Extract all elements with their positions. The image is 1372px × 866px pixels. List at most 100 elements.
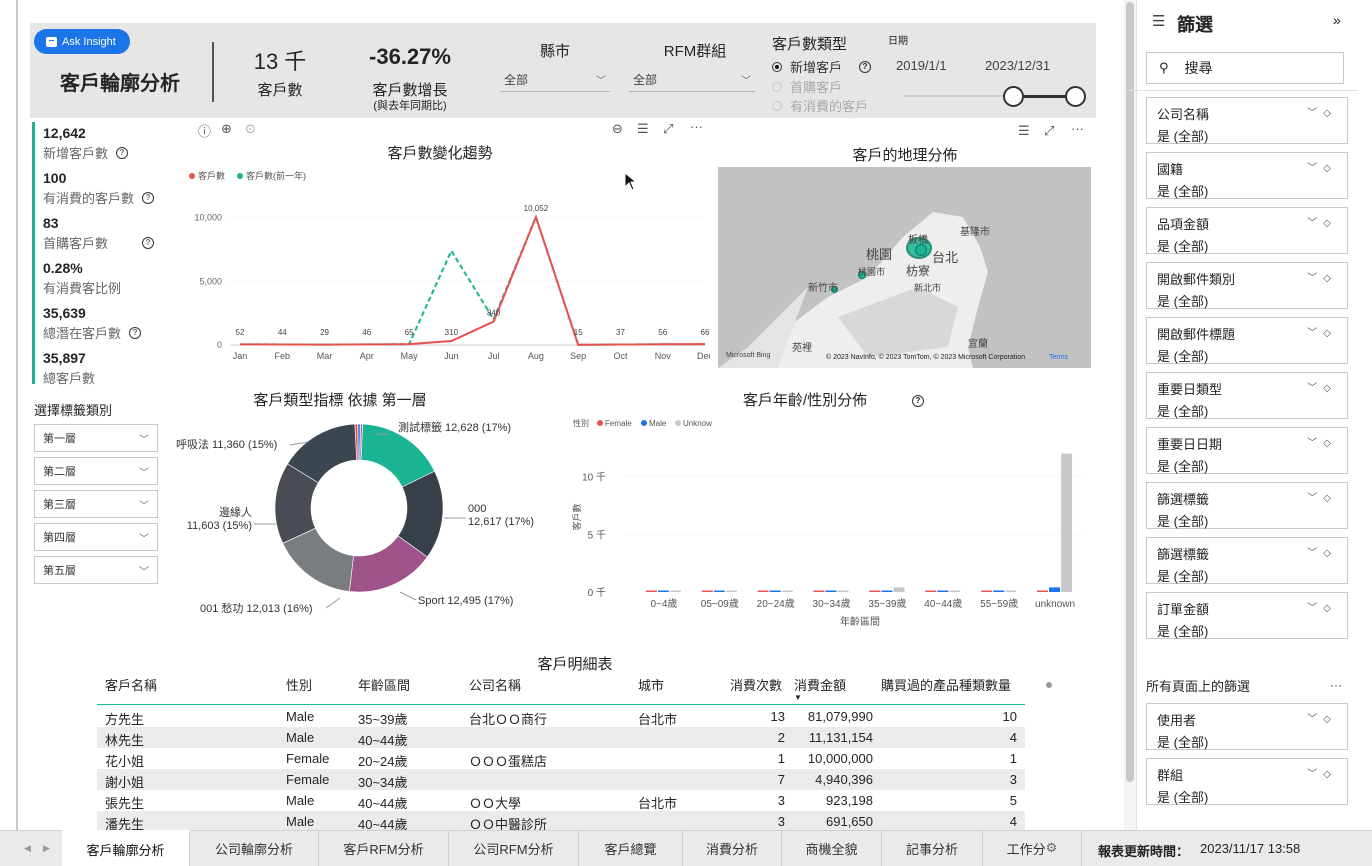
table-row[interactable]: 林先生 Male 40~44歲 2 11,131,154 4: [97, 727, 1025, 748]
bar[interactable]: [825, 590, 837, 593]
map-terms-link[interactable]: Terms: [1049, 354, 1068, 361]
chevron-down-icon[interactable]: ﹀: [1307, 328, 1323, 339]
filter-card[interactable]: 品項金額 ﹀◇ 是 (全部): [1146, 207, 1348, 254]
bar[interactable]: [657, 590, 669, 593]
radio-new-customer[interactable]: 新增客戶: [772, 57, 842, 76]
county-dropdown[interactable]: 全部 ﹀: [500, 68, 610, 92]
filter-card[interactable]: 重要日日期 ﹀◇ 是 (全部): [1146, 427, 1348, 474]
tab-4[interactable]: 公司RFM分析: [449, 830, 579, 866]
drill-up-icon[interactable]: ⓘ: [198, 121, 211, 140]
tab-5[interactable]: 客戶總覽: [579, 830, 683, 866]
table-row[interactable]: 謝小姐 Female 30~34歲 7 4,940,396 3: [97, 769, 1025, 790]
bar[interactable]: [1061, 453, 1073, 592]
expand-down-icon[interactable]: ⊕: [221, 121, 232, 137]
filter-card[interactable]: 篩選標籤 ﹀◇ 是 (全部): [1146, 537, 1348, 584]
tab-7[interactable]: 商機全貌: [782, 830, 882, 866]
filter-card-actions[interactable]: ﹀◇: [1307, 599, 1337, 618]
bar[interactable]: [1049, 587, 1061, 592]
bar[interactable]: [645, 590, 657, 593]
help-icon[interactable]: ?: [912, 390, 924, 408]
bar[interactable]: [781, 590, 793, 593]
filter-card[interactable]: 國籍 ﹀◇ 是 (全部): [1146, 152, 1348, 199]
filter-card-actions[interactable]: ﹀◇: [1307, 434, 1337, 453]
more-options-icon[interactable]: ···: [1071, 121, 1084, 136]
filter-card-actions[interactable]: ﹀◇: [1307, 544, 1337, 563]
filter-card-actions[interactable]: ﹀◇: [1307, 324, 1337, 343]
bar[interactable]: [701, 590, 713, 593]
filter-card[interactable]: 篩選標籤 ﹀◇ 是 (全部): [1146, 482, 1348, 529]
help-icon[interactable]: ?: [129, 326, 142, 339]
tab-6[interactable]: 消費分析: [683, 830, 782, 866]
bar[interactable]: [713, 590, 725, 593]
filter-icon[interactable]: ☰: [1018, 123, 1030, 139]
bar[interactable]: [813, 590, 825, 593]
chevron-down-icon[interactable]: ﹀: [1307, 769, 1323, 780]
date-slider-end-handle[interactable]: [1065, 86, 1086, 107]
filter-card[interactable]: 使用者 ﹀◇ 是 (全部): [1146, 703, 1348, 750]
chevron-down-icon[interactable]: ﹀: [1307, 438, 1323, 449]
filter-card-actions[interactable]: ﹀◇: [1307, 269, 1337, 288]
help-icon[interactable]: ?: [142, 236, 155, 249]
bar[interactable]: [669, 590, 681, 593]
drill-mode-icon[interactable]: ⊙: [245, 121, 256, 137]
eraser-icon[interactable]: ◇: [1323, 438, 1337, 449]
filter-card[interactable]: 訂單金額 ﹀◇ 是 (全部): [1146, 592, 1348, 639]
bar[interactable]: [993, 590, 1005, 593]
chevron-down-icon[interactable]: ﹀: [1307, 714, 1323, 725]
next-page-icon[interactable]: ▶: [43, 843, 50, 854]
focus-mode-icon[interactable]: ⤢: [663, 121, 673, 137]
filter-card[interactable]: 群組 ﹀◇ 是 (全部): [1146, 758, 1348, 805]
column-header[interactable]: 年齡區間: [358, 675, 410, 694]
filter-card[interactable]: 重要日類型 ﹀◇ 是 (全部): [1146, 372, 1348, 419]
chevron-down-icon[interactable]: ﹀: [1307, 273, 1323, 284]
filter-card[interactable]: 開啟郵件類別 ﹀◇ 是 (全部): [1146, 262, 1348, 309]
column-header[interactable]: 購買過的產品種類數量: [881, 675, 1011, 694]
filter-card-actions[interactable]: ﹀◇: [1307, 214, 1337, 233]
geo-map[interactable]: 基隆市 桃園 台北 板橋 桃園市 枋寮 新竹市 新北市 宜蘭 苑裡 Micros…: [718, 167, 1091, 368]
bar[interactable]: [949, 590, 961, 593]
chevron-down-icon[interactable]: ﹀: [1307, 383, 1323, 394]
scrollbar-thumb[interactable]: [1126, 2, 1134, 782]
eraser-icon[interactable]: ◇: [1323, 548, 1337, 559]
drill-down-icon[interactable]: ⊖: [612, 121, 623, 137]
filter-card[interactable]: 公司名稱 ﹀◇ 是 (全部): [1146, 97, 1348, 144]
chevron-down-icon[interactable]: ﹀: [1307, 108, 1323, 119]
bar[interactable]: [837, 590, 849, 593]
chevron-down-icon[interactable]: ﹀: [1307, 548, 1323, 559]
eraser-icon[interactable]: ◇: [1323, 108, 1337, 119]
table-row[interactable]: 潘先生 Male 40~44歲 ＯＯ中醫診所 3 691,650 4: [97, 811, 1025, 832]
more-options-icon[interactable]: ···: [690, 119, 703, 134]
bar[interactable]: [1037, 590, 1049, 593]
table-row[interactable]: 張先生 Male 40~44歲 ＯＯ大學 台北市 3 923,198 5: [97, 790, 1025, 811]
chevron-down-icon[interactable]: ﹀: [1307, 603, 1323, 614]
filter-card-actions[interactable]: ﹀◇: [1307, 710, 1337, 729]
bar[interactable]: [769, 590, 781, 593]
column-header[interactable]: 城市: [638, 675, 664, 694]
more-options-icon[interactable]: ···: [1330, 678, 1342, 692]
eraser-icon[interactable]: ◇: [1323, 163, 1337, 174]
filter-icon[interactable]: ☰: [637, 121, 649, 137]
filter-search-input[interactable]: ⚲ 搜尋: [1146, 52, 1344, 84]
eraser-icon[interactable]: ◇: [1323, 603, 1337, 614]
chevron-down-icon[interactable]: ﹀: [1307, 218, 1323, 229]
date-start[interactable]: 2019/1/1: [896, 58, 947, 73]
tag-level-4-dropdown[interactable]: 第四層 ﹀: [34, 523, 158, 551]
table-row[interactable]: 方先生 Male 35~39歲 台北ＯＯ商行 台北市 13 81,079,990 10: [97, 706, 1025, 727]
bar[interactable]: [725, 590, 737, 593]
help-icon[interactable]: ?: [859, 56, 871, 74]
eraser-icon[interactable]: ◇: [1323, 769, 1337, 780]
filter-card[interactable]: 開啟郵件標題 ﹀◇ 是 (全部): [1146, 317, 1348, 364]
collapse-pane-icon[interactable]: »: [1333, 12, 1341, 28]
tab-3[interactable]: 客戶RFM分析: [319, 830, 449, 866]
bar[interactable]: [937, 590, 949, 593]
filter-card-actions[interactable]: ﹀◇: [1307, 765, 1337, 784]
focus-mode-icon[interactable]: ⤢: [1044, 123, 1054, 139]
column-header-sorted[interactable]: 消費金額: [794, 675, 846, 694]
help-icon[interactable]: ?: [142, 191, 155, 204]
bar[interactable]: [893, 587, 905, 592]
chevron-down-icon[interactable]: ﹀: [1307, 163, 1323, 174]
eraser-icon[interactable]: ◇: [1323, 218, 1337, 229]
column-header[interactable]: 消費次數: [730, 675, 782, 694]
tag-level-2-dropdown[interactable]: 第二層 ﹀: [34, 457, 158, 485]
eraser-icon[interactable]: ◇: [1323, 493, 1337, 504]
